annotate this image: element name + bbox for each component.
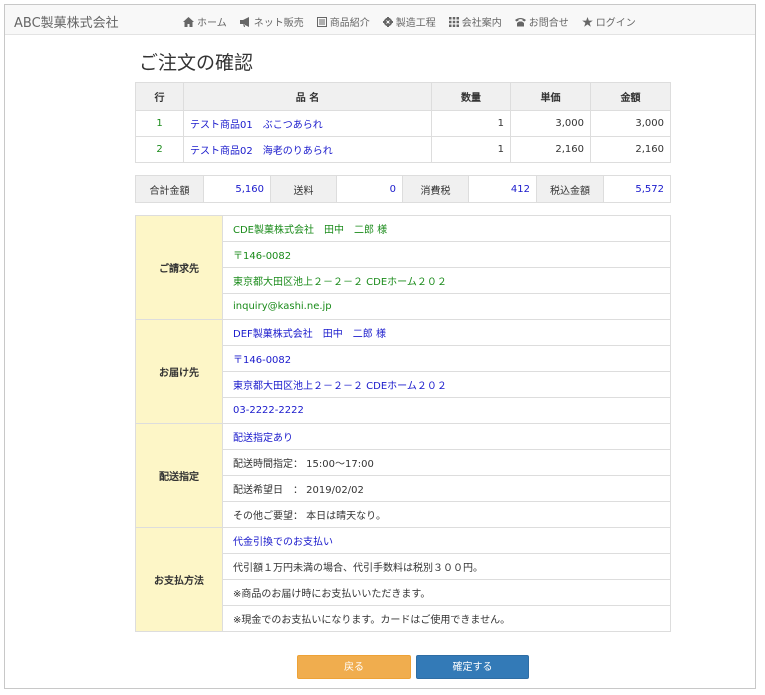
nav-item-company[interactable]: 会社案内: [448, 14, 502, 29]
billing-section: ご請求先 CDE製菓株式会社 田中 二郎 様: [135, 215, 671, 320]
billing-address: 東京都大田区池上２－２－２ CDEホーム２０２: [222, 267, 671, 294]
subtotal-value: 5,160: [203, 175, 271, 203]
delivery-company: DEF製菓株式会社 田中 二郎 様: [222, 319, 671, 346]
home-icon: [183, 16, 194, 27]
shipping-fee-label: 送料: [270, 175, 337, 203]
nav-item-home[interactable]: ホーム: [183, 14, 227, 29]
nav-item-label: ログイン: [595, 18, 636, 29]
quantity: 1: [431, 136, 511, 163]
confirm-button[interactable]: 確定する: [416, 655, 529, 679]
tax-label: 消費税: [402, 175, 469, 203]
billing-zip: 〒146-0082: [222, 241, 671, 268]
nav-item-products[interactable]: 商品紹介: [316, 14, 370, 29]
table-row: 2 テスト商品02 海老のりあられ 1 2,160 2,160: [135, 136, 671, 163]
column-header-quantity: 数量: [431, 82, 511, 111]
list-icon: [316, 16, 327, 27]
line-amount: 3,000: [590, 110, 671, 137]
shipping-spec-section: 配送指定 配送指定あり: [135, 423, 671, 528]
shipping-fee-value: 0: [336, 175, 403, 203]
quantity: 1: [431, 110, 511, 137]
shipping-notes: その他ご要望： 本日は晴天なり。: [222, 501, 671, 528]
order-info-table: ご請求先 CDE製菓株式会社 田中 二郎 様 〒146-0082 東京都大田区池…: [135, 215, 671, 632]
nav-item-label: ネット販売: [253, 18, 304, 29]
shipping-spec-label: 配送指定: [135, 423, 223, 528]
table-header-row: 行 品 名 数量 単価 金額: [135, 82, 671, 111]
payment-note-2: ※商品のお届け時にお支払いいただきます。: [222, 579, 671, 606]
nav-item-online-shop[interactable]: ネット販売: [239, 14, 304, 29]
total-value: 5,572: [603, 175, 671, 203]
column-header-amount: 金額: [590, 82, 671, 111]
shipping-spec-status: 配送指定あり: [222, 423, 671, 450]
column-header-row-no: 行: [135, 82, 184, 111]
star-icon: [581, 16, 593, 27]
nav-item-label: 会社案内: [461, 18, 502, 29]
payment-section: お支払方法 代金引換でのお支払い: [135, 527, 671, 632]
nav-item-label: 商品紹介: [329, 18, 370, 29]
unit-price: 2,160: [510, 136, 591, 163]
nav-menu: ホーム ネット販売 商品紹介 製造工程 会社案内 お問合せ ログイン: [183, 14, 649, 29]
delivery-zip: 〒146-0082: [222, 345, 671, 372]
brand-logo[interactable]: ABC製菓株式会社: [14, 12, 119, 31]
order-items-table: 行 品 名 数量 単価 金額 1 テスト商品01 ぶこつあられ 1 3,000 …: [135, 82, 671, 163]
delivery-address: 東京都大田区池上２－２－２ CDEホーム２０２: [222, 371, 671, 398]
nav-item-login[interactable]: ログイン: [581, 14, 636, 29]
navbar: ABC製菓株式会社 ホーム ネット販売 商品紹介 製造工程 会社案内 お問合せ …: [5, 5, 755, 35]
nav-item-label: 製造工程: [395, 18, 436, 29]
grid-icon: [448, 16, 459, 27]
table-row: 1 テスト商品01 ぶこつあられ 1 3,000 3,000: [135, 110, 671, 137]
delivery-section: お届け先 DEF製菓株式会社 田中 二郎 様: [135, 319, 671, 424]
shipping-time: 配送時間指定： 15:00～17:00: [222, 449, 671, 476]
bullhorn-icon: [239, 16, 249, 27]
row-number: 1: [135, 110, 184, 137]
unit-price: 3,000: [510, 110, 591, 137]
payment-method: 代金引換でのお支払い: [222, 527, 671, 554]
page-title: ご注文の確認: [139, 52, 254, 74]
gear-icon: [382, 16, 393, 27]
payment-label: お支払方法: [135, 527, 223, 632]
billing-label: ご請求先: [135, 215, 223, 320]
column-header-unit-price: 単価: [510, 82, 591, 111]
product-name: テスト商品01 ぶこつあられ: [183, 110, 432, 137]
nav-item-manufacturing[interactable]: 製造工程: [382, 14, 436, 29]
phone-icon: [514, 17, 526, 26]
back-button[interactable]: 戻る: [297, 655, 411, 679]
totals-row: 合計金額 5,160 送料 0 消費税 412 税込金額 5,572: [135, 175, 671, 203]
line-amount: 2,160: [590, 136, 671, 163]
delivery-label: お届け先: [135, 319, 223, 424]
totals-table: 合計金額 5,160 送料 0 消費税 412 税込金額 5,572: [135, 175, 671, 203]
billing-company: CDE製菓株式会社 田中 二郎 様: [222, 215, 671, 242]
product-name: テスト商品02 海老のりあられ: [183, 136, 432, 163]
payment-note-1: 代引額１万円未満の場合、代引手数料は税別３００円。: [222, 553, 671, 580]
nav-item-contact[interactable]: お問合せ: [514, 14, 569, 29]
payment-note-3: ※現金でのお支払いになります。カードはご使用できません。: [222, 605, 671, 632]
nav-item-label: お問合せ: [528, 18, 569, 29]
nav-item-label: ホーム: [197, 18, 227, 29]
tax-value: 412: [468, 175, 537, 203]
total-label: 税込金額: [536, 175, 604, 203]
subtotal-label: 合計金額: [135, 175, 204, 203]
delivery-phone: 03-2222-2222: [222, 397, 671, 424]
row-number: 2: [135, 136, 184, 163]
billing-email: inquiry@kashi.ne.jp: [222, 293, 671, 320]
column-header-product-name: 品 名: [183, 82, 432, 111]
shipping-date: 配送希望日 ： 2019/02/02: [222, 475, 671, 502]
